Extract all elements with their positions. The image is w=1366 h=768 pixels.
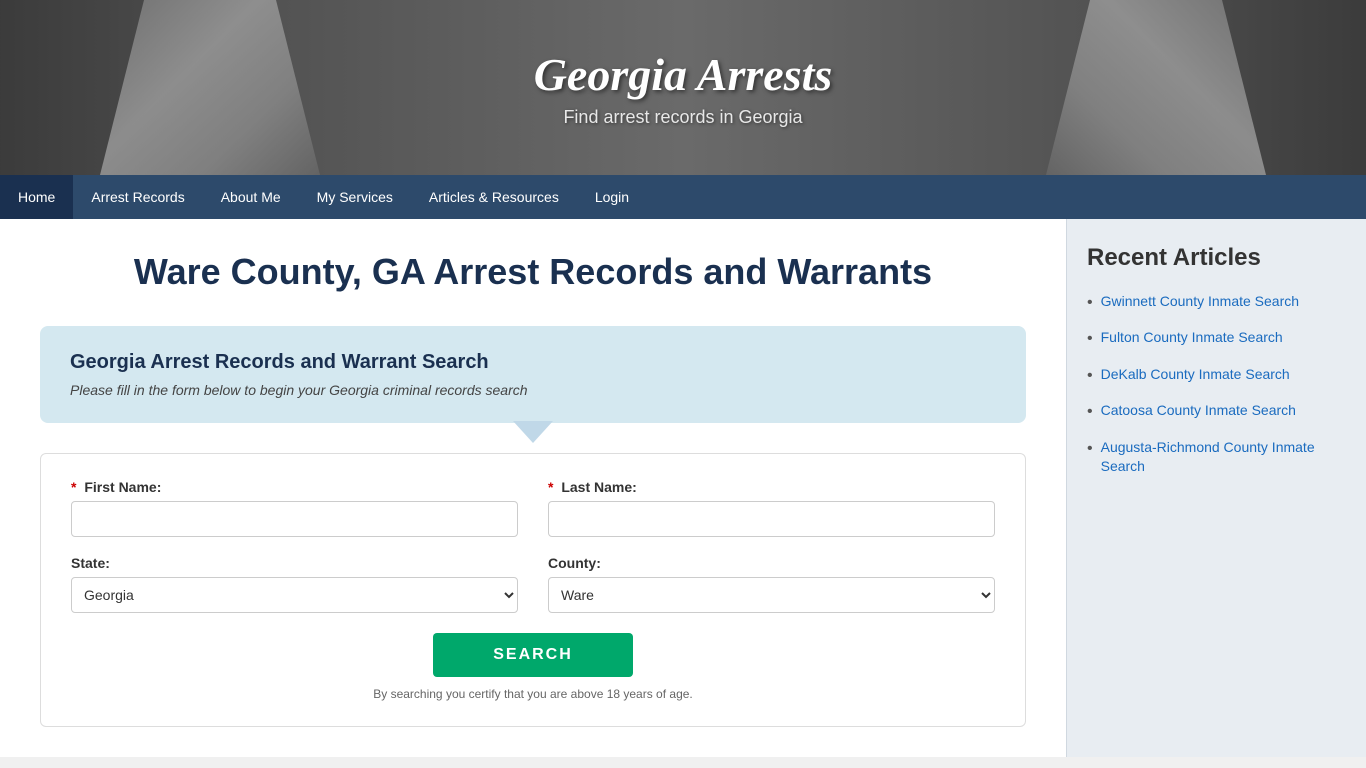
article-link-catoosa[interactable]: Catoosa County Inmate Search bbox=[1101, 401, 1296, 421]
article-link-augusta[interactable]: Augusta-Richmond County Inmate Search bbox=[1101, 438, 1346, 477]
page-title: Ware County, GA Arrest Records and Warra… bbox=[40, 249, 1026, 296]
form-row-location: State: Georgia County: Ware bbox=[71, 555, 995, 613]
search-box-subtitle: Please fill in the form below to begin y… bbox=[70, 382, 996, 398]
first-name-label: * First Name: bbox=[71, 479, 518, 495]
last-name-input[interactable] bbox=[548, 501, 995, 537]
nav-about-me[interactable]: About Me bbox=[203, 175, 299, 219]
main-container: Ware County, GA Arrest Records and Warra… bbox=[0, 219, 1366, 757]
recent-articles-list: Gwinnett County Inmate Search Fulton Cou… bbox=[1087, 292, 1346, 477]
article-link-fulton[interactable]: Fulton County Inmate Search bbox=[1101, 328, 1283, 348]
required-star-last: * bbox=[548, 479, 553, 495]
list-item: DeKalb County Inmate Search bbox=[1087, 365, 1346, 387]
form-row-name: * First Name: * Last Name: bbox=[71, 479, 995, 537]
county-label: County: bbox=[548, 555, 995, 571]
search-box-banner: Georgia Arrest Records and Warrant Searc… bbox=[40, 326, 1026, 423]
form-note: By searching you certify that you are ab… bbox=[71, 687, 995, 701]
site-title: Georgia Arrests bbox=[534, 48, 833, 101]
content-area: Ware County, GA Arrest Records and Warra… bbox=[0, 219, 1066, 757]
list-item: Catoosa County Inmate Search bbox=[1087, 401, 1346, 423]
nav-arrest-records[interactable]: Arrest Records bbox=[73, 175, 202, 219]
list-item: Augusta-Richmond County Inmate Search bbox=[1087, 438, 1346, 477]
form-group-state: State: Georgia bbox=[71, 555, 518, 613]
search-button[interactable]: SEARCH bbox=[433, 633, 633, 677]
form-group-last-name: * Last Name: bbox=[548, 479, 995, 537]
county-select[interactable]: Ware bbox=[548, 577, 995, 613]
form-group-county: County: Ware bbox=[548, 555, 995, 613]
last-name-label: * Last Name: bbox=[548, 479, 995, 495]
nav-articles-resources[interactable]: Articles & Resources bbox=[411, 175, 577, 219]
sidebar-title: Recent Articles bbox=[1087, 244, 1346, 272]
required-star-first: * bbox=[71, 479, 76, 495]
list-item: Fulton County Inmate Search bbox=[1087, 328, 1346, 350]
form-group-first-name: * First Name: bbox=[71, 479, 518, 537]
nav-home[interactable]: Home bbox=[0, 175, 73, 219]
main-nav: Home Arrest Records About Me My Services… bbox=[0, 175, 1366, 219]
state-select[interactable]: Georgia bbox=[71, 577, 518, 613]
list-item: Gwinnett County Inmate Search bbox=[1087, 292, 1346, 314]
header-text: Georgia Arrests Find arrest records in G… bbox=[534, 48, 833, 128]
article-link-dekalb[interactable]: DeKalb County Inmate Search bbox=[1101, 365, 1290, 385]
nav-my-services[interactable]: My Services bbox=[299, 175, 411, 219]
search-form: * First Name: * Last Name: State: bbox=[40, 453, 1026, 727]
nav-login[interactable]: Login bbox=[577, 175, 647, 219]
search-box-title: Georgia Arrest Records and Warrant Searc… bbox=[70, 351, 996, 374]
header-hands-right bbox=[1046, 0, 1266, 175]
first-name-input[interactable] bbox=[71, 501, 518, 537]
sidebar: Recent Articles Gwinnett County Inmate S… bbox=[1066, 219, 1366, 757]
article-link-gwinnett[interactable]: Gwinnett County Inmate Search bbox=[1101, 292, 1299, 312]
header-banner: Georgia Arrests Find arrest records in G… bbox=[0, 0, 1366, 175]
header-hands-left bbox=[100, 0, 320, 175]
site-subtitle: Find arrest records in Georgia bbox=[534, 107, 833, 128]
state-label: State: bbox=[71, 555, 518, 571]
